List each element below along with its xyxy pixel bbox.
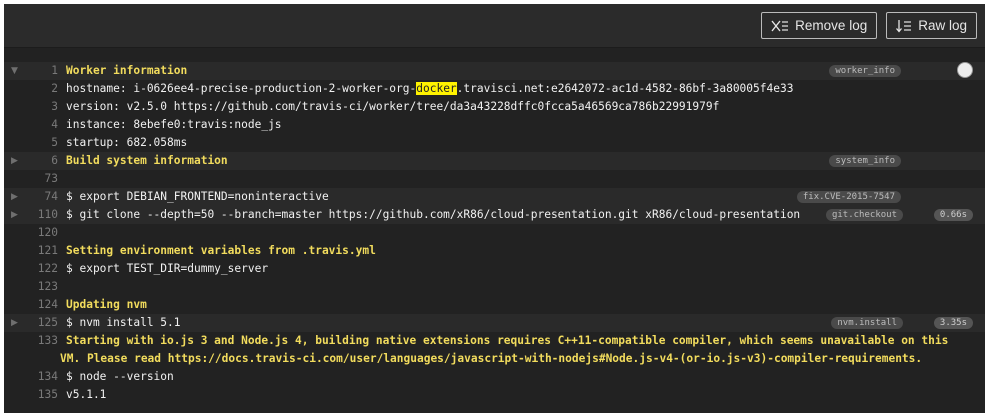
line-number[interactable]: 73 (24, 170, 58, 188)
log-text: hostname: i-0626ee4-precise-production-2… (66, 80, 793, 98)
log-line: 124 Updating nvm (4, 296, 985, 314)
fold-closed-icon[interactable]: ▶ (11, 188, 25, 206)
log-line: 121 Setting environment variables from .t… (4, 242, 985, 260)
log-line: 133 Starting with io.js 3 and Node.js 4, … (4, 332, 985, 368)
remove-log-button[interactable]: Remove log (761, 12, 878, 39)
remove-log-icon (771, 19, 789, 33)
fold-tag: fix.CVE-2015-7547 (796, 191, 901, 203)
log-line[interactable]: ▼ 1 Worker information worker_info (4, 62, 985, 80)
log-line: 122 $ export TEST_DIR=dummy_server (4, 260, 985, 278)
fold-tag: worker_info (829, 65, 901, 77)
log-line: 3 version: v2.5.0 https://github.com/trav… (4, 98, 985, 116)
line-number[interactable]: 1 (24, 62, 58, 80)
log-line: 73 (4, 170, 985, 188)
fold-tag: nvm.install (831, 317, 903, 329)
log-body: ▼ 1 Worker information worker_info 2 hostname… (4, 48, 985, 404)
line-number[interactable]: 74 (24, 188, 58, 206)
log-text-post: .travisci.net:e2642072-ac1d-4582-86bf-3a… (456, 82, 794, 95)
log-text-pre: hostname: i-0626ee4-precise-production-2… (66, 82, 417, 95)
log-line[interactable]: ▶ 110 $ git clone --depth=50 --branch=mast… (4, 206, 985, 224)
remove-log-label: Remove log (795, 18, 868, 33)
search-highlight: docker (416, 82, 457, 95)
line-number[interactable]: 3 (24, 98, 58, 116)
line-number[interactable]: 5 (24, 134, 58, 152)
log-text: instance: 8ebefe0:travis:node_js (66, 118, 282, 131)
log-text: $ export DEBIAN_FRONTEND=noninteractive (66, 190, 329, 203)
log-line: 2 hostname: i-0626ee4-precise-production-… (4, 80, 985, 98)
raw-log-label: Raw log (918, 18, 967, 33)
duration-badge: 0.66s (933, 209, 973, 221)
log-text: Worker information (66, 64, 188, 77)
line-number[interactable]: 2 (24, 80, 58, 98)
line-number[interactable]: 122 (24, 260, 58, 278)
line-number[interactable]: 133 (24, 332, 58, 350)
fold-tag: system_info (829, 155, 901, 167)
log-toolbar: Remove log Raw log (4, 4, 985, 48)
log-line[interactable]: ▶ 74 $ export DEBIAN_FRONTEND=noninteracti… (4, 188, 985, 206)
log-text: version: v2.5.0 https://github.com/travi… (66, 100, 720, 113)
log-text: Setting environment variables from .trav… (66, 244, 376, 257)
log-line: 120 (4, 224, 985, 242)
log-line[interactable]: ▶ 6 Build system information system_info (4, 152, 985, 170)
log-text: v5.1.1 (66, 388, 107, 401)
log-text: $ git clone --depth=50 --branch=master h… (66, 208, 801, 221)
duration-badge: 3.35s (933, 317, 973, 329)
line-number[interactable]: 110 (24, 206, 58, 224)
log-text: startup: 682.058ms (66, 136, 188, 149)
fold-closed-icon[interactable]: ▶ (11, 314, 25, 332)
log-container: Remove log Raw log ▼ 1 Worker information w… (4, 4, 985, 413)
line-number[interactable]: 120 (24, 224, 58, 242)
line-number[interactable]: 123 (24, 278, 58, 296)
raw-log-icon (896, 19, 912, 33)
log-line: 123 (4, 278, 985, 296)
log-line: 4 instance: 8ebefe0:travis:node_js (4, 116, 985, 134)
fold-tag: git.checkout (825, 209, 903, 221)
log-text: $ export TEST_DIR=dummy_server (66, 262, 269, 275)
line-number[interactable]: 135 (24, 386, 58, 404)
log-text: Build system information (66, 154, 228, 167)
log-line: 135 v5.1.1 (4, 386, 985, 404)
line-number[interactable]: 6 (24, 152, 58, 170)
log-text: $ nvm install 5.1 (66, 316, 181, 329)
fold-open-icon[interactable]: ▼ (11, 62, 25, 80)
log-line: 134 $ node --version (4, 368, 985, 386)
fold-closed-icon[interactable]: ▶ (11, 206, 25, 224)
log-text: Starting with io.js 3 and Node.js 4, bui… (60, 334, 949, 365)
log-line[interactable]: ▶ 125 $ nvm install 5.1 nvm.install 3.35s (4, 314, 985, 332)
log-line: 5 startup: 682.058ms (4, 134, 985, 152)
fold-closed-icon[interactable]: ▶ (11, 152, 25, 170)
line-number[interactable]: 121 (24, 242, 58, 260)
line-number[interactable]: 125 (24, 314, 58, 332)
log-text: Updating nvm (66, 298, 147, 311)
line-number[interactable]: 124 (24, 296, 58, 314)
line-number[interactable]: 4 (24, 116, 58, 134)
status-dot-icon[interactable] (957, 62, 973, 78)
line-number[interactable]: 134 (24, 368, 58, 386)
log-text: $ node --version (66, 370, 174, 383)
raw-log-button[interactable]: Raw log (886, 12, 977, 39)
